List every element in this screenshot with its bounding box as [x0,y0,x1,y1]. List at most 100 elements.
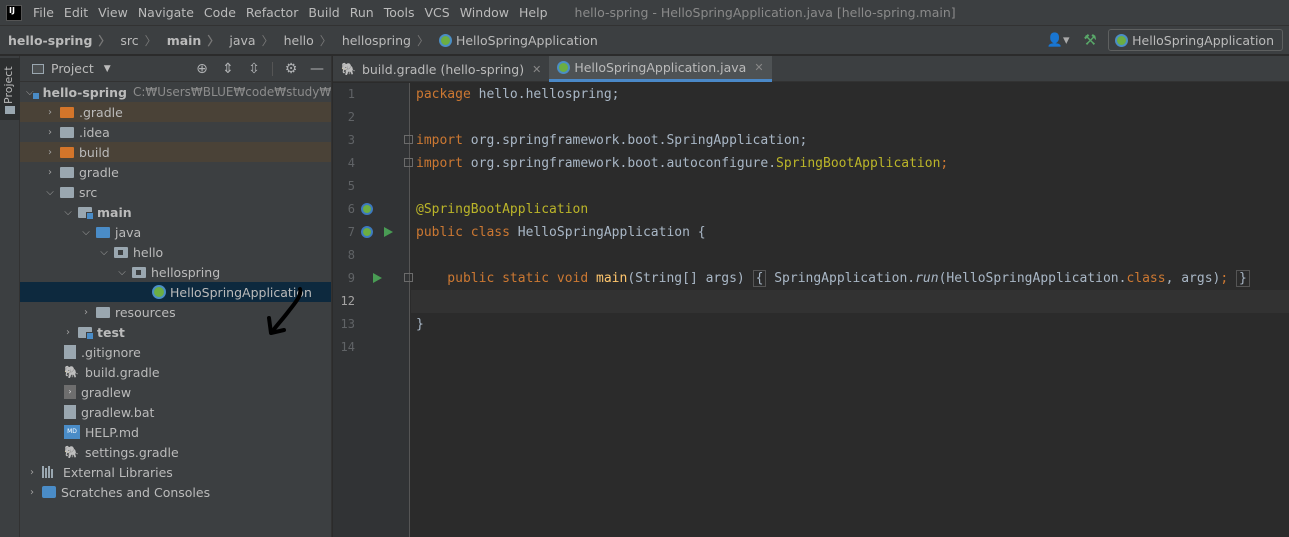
menu-file[interactable]: File [28,0,59,26]
breadcrumb-main[interactable]: main 〉 [159,32,222,49]
line-number: 14 [340,340,355,354]
project-view-selector[interactable]: Project [51,61,94,76]
chevron-right-icon[interactable]: › [44,167,56,178]
minimize-icon[interactable]: — [309,61,325,77]
close-icon[interactable]: ✕ [532,63,541,76]
tree-item-external-libraries[interactable]: › External Libraries [20,462,331,482]
package-icon [132,266,146,278]
chevron-right-icon[interactable]: › [44,147,56,158]
module-folder-icon [78,206,94,220]
spring-class-icon [152,285,166,299]
chevron-down-icon[interactable]: ⌵ [116,267,128,278]
folded-region-start[interactable]: { [752,270,767,287]
chevron-right-icon[interactable]: › [62,327,74,338]
menu-refactor[interactable]: Refactor [241,0,303,26]
tree-item-build-gradle[interactable]: 🐘 build.gradle [20,362,331,382]
menu-navigate[interactable]: Navigate [133,0,199,26]
run-gutter-icon[interactable] [384,227,393,237]
breadcrumb-label: src [120,32,139,48]
code-token: class [1126,271,1166,286]
code-token: @SpringBootApplication [416,202,589,217]
tree-item-gradlew-bat[interactable]: gradlew.bat [20,402,331,422]
chevron-right-icon[interactable]: › [80,307,92,318]
run-gutter-icon[interactable] [373,273,382,283]
tree-item-java[interactable]: ⌵ java [20,222,331,242]
breadcrumb-hello[interactable]: hello 〉 [276,32,334,49]
menu-tools[interactable]: Tools [379,0,420,26]
project-tool-window-tab[interactable]: Project [0,58,20,120]
spring-bean-gutter-icon[interactable] [361,226,373,238]
tree-item-main[interactable]: ⌵ main [20,202,331,222]
chevron-right-icon[interactable]: › [44,107,56,118]
chevron-down-icon[interactable]: ⌵ [44,187,56,198]
menu-window[interactable]: Window [455,0,514,26]
tree-item-settings-gradle[interactable]: 🐘 settings.gradle [20,442,331,462]
navigation-bar: hello-spring 〉 src 〉 main 〉 java 〉 hello 〉 he… [0,26,1289,55]
menu-view[interactable]: View [93,0,133,26]
tree-item-idea[interactable]: › .idea [20,122,331,142]
tab-hellospringapplication[interactable]: HelloSpringApplication.java ✕ [549,56,772,82]
chevron-right-icon: 〉 [319,33,332,48]
tree-item-gradle-dir[interactable]: › .gradle [20,102,331,122]
run-configuration-selector[interactable]: HelloSpringApplication [1108,29,1283,51]
expand-all-icon[interactable]: ⇕ [220,61,236,77]
tree-item-src[interactable]: ⌵ src [20,182,331,202]
breadcrumb-class[interactable]: HelloSpringApplication [431,33,600,48]
chevron-right-icon[interactable]: › [26,467,38,478]
tree-item-gitignore[interactable]: .gitignore [20,342,331,362]
hammer-icon[interactable]: ⚒ [1080,30,1100,50]
module-folder-icon [78,326,94,340]
tree-item-label: Scratches and Consoles [61,484,211,500]
gear-icon[interactable]: ⚙ [283,61,299,77]
tree-item-hello-spring[interactable]: ⌵ hello-spring C:₩Users₩BLUE₩code₩study₩… [20,82,331,102]
breadcrumb-hellospring[interactable]: hellospring 〉 [334,32,431,49]
user-icon[interactable]: 👤▾ [1044,30,1072,50]
breadcrumb-label: hello [283,32,314,48]
menu-run[interactable]: Run [345,0,379,26]
breadcrumb-java[interactable]: java 〉 [221,32,275,49]
locate-icon[interactable]: ⊕ [194,61,210,77]
menu-vcs[interactable]: VCS [420,0,455,26]
line-number: 1 [347,87,355,101]
folder-icon [60,186,74,198]
line-number: 6 [347,202,355,216]
tab-build-gradle[interactable]: 🐘 build.gradle (hello-spring) ✕ [333,56,549,82]
editor-gutter: 1 2 3 4 5 6 7 8 9 12 13 14 [333,83,413,537]
chevron-down-icon[interactable]: ⌵ [80,227,92,238]
shell-script-icon: › [64,385,76,399]
window-title: hello-spring - HelloSpringApplication.ja… [574,5,956,20]
menu-help[interactable]: Help [514,0,553,26]
menu-code[interactable]: Code [199,0,241,26]
menu-build[interactable]: Build [303,0,344,26]
close-icon[interactable]: ✕ [754,61,763,74]
panel-tools: ⊕ ⇕ ⇳ ⚙ — [194,61,325,77]
breadcrumb-project[interactable]: hello-spring 〉 [0,32,112,49]
code-token: public class [416,225,510,240]
chevron-down-icon[interactable]: ⌵ [62,207,74,218]
chevron-down-icon[interactable]: ⌵ [98,247,110,258]
project-path: C:₩Users₩BLUE₩code₩study₩hello- [133,85,332,99]
tree-item-label: hello [133,244,164,260]
code-line-1: package hello.hellospring; [416,83,620,106]
menu-edit[interactable]: Edit [59,0,93,26]
caret-down-icon[interactable]: ▼ [104,64,111,74]
chevron-right-icon[interactable]: › [44,127,56,138]
tree-item-gradle[interactable]: › gradle [20,162,331,182]
tree-item-hellospring[interactable]: ⌵ hellospring [20,262,331,282]
tree-item-label: gradle [79,164,119,180]
tree-item-gradlew[interactable]: › gradlew [20,382,331,402]
folded-region-end[interactable]: } [1236,270,1250,287]
tree-item-build[interactable]: › build [20,142,331,162]
spring-bean-gutter-icon[interactable] [361,203,373,215]
tree-item-help-md[interactable]: MD HELP.md [20,422,331,442]
tree-item-hello[interactable]: ⌵ hello [20,242,331,262]
hand-drawn-arrow-annotation [267,287,303,335]
breadcrumb-src[interactable]: src 〉 [112,32,158,49]
tree-item-scratches[interactable]: › Scratches and Consoles [20,482,331,502]
package-icon [114,246,128,258]
tree-item-label: hello-spring [42,84,127,100]
code-editor[interactable]: package hello.hellospring; import org.sp… [411,83,1289,537]
code-token: import [416,133,463,148]
collapse-all-icon[interactable]: ⇳ [246,61,262,77]
chevron-right-icon[interactable]: › [26,487,38,498]
